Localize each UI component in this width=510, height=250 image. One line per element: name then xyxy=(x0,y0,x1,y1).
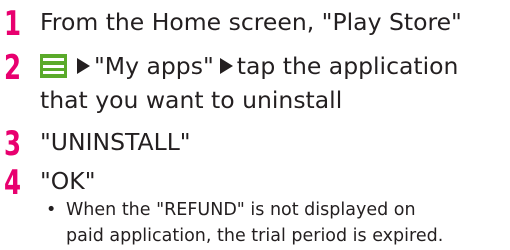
step-2-my-apps: "My apps" xyxy=(94,52,214,80)
arrow-right-icon xyxy=(219,58,233,74)
note-line-1: • When the "REFUND" is not displayed on xyxy=(46,196,416,224)
step-number-1: 1 xyxy=(4,4,21,44)
arrow-right-icon xyxy=(77,58,90,74)
menu-icon xyxy=(40,54,67,78)
step-number-2: 2 xyxy=(4,48,21,88)
step-2-tap-text: tap the application xyxy=(236,52,459,80)
bullet: • xyxy=(46,200,57,220)
step-3-text: "UNINSTALL" xyxy=(40,128,191,156)
instruction-page: 1 From the Home screen, "Play Store" 2 "… xyxy=(0,0,510,249)
note-text-1: When the "REFUND" is not displayed on xyxy=(66,200,416,220)
step-number-4: 4 xyxy=(4,163,21,203)
step-1-text: From the Home screen, "Play Store" xyxy=(40,8,462,36)
step-number-3: 3 xyxy=(4,124,21,164)
step-2-line2: that you want to uninstall xyxy=(40,86,343,114)
note-line-2: paid application, the trial period is ex… xyxy=(66,226,444,246)
step-4-text: "OK" xyxy=(40,167,96,195)
step-2-line1: "My apps" tap the application xyxy=(40,49,458,83)
